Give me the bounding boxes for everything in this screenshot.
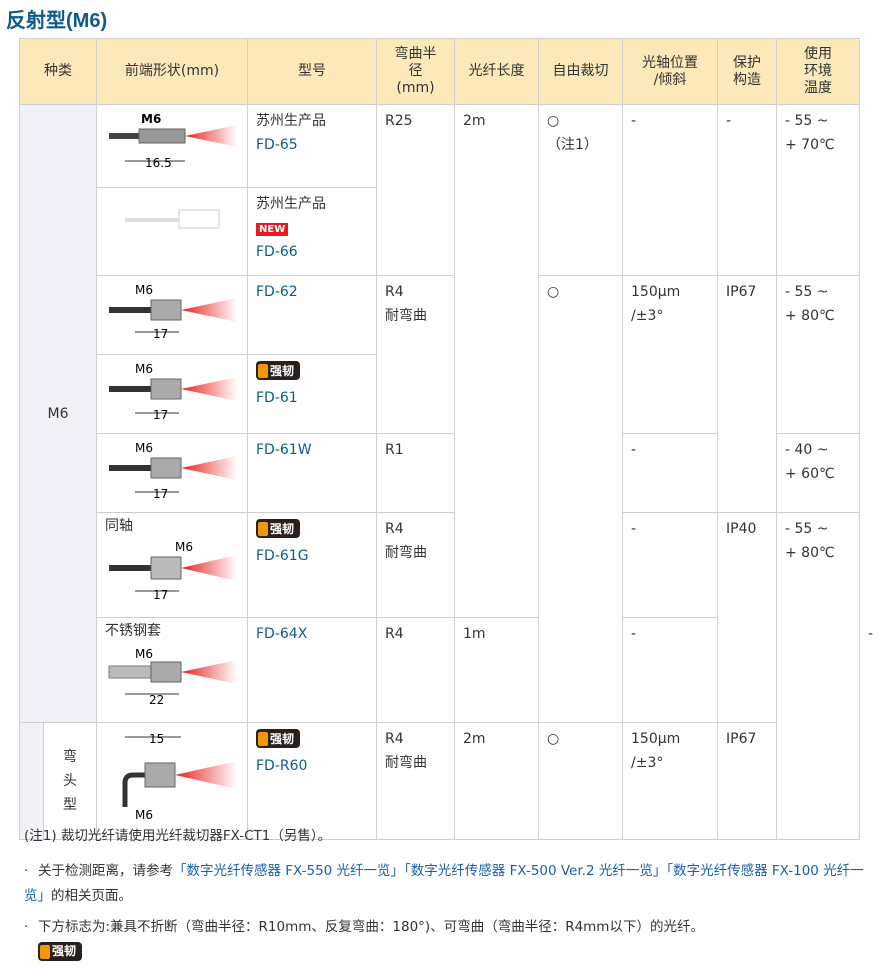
bend-r1: R1 — [376, 433, 455, 513]
axis-dash1: - — [622, 104, 718, 276]
model-fd61: 强韧 FD-61 — [247, 354, 377, 434]
shape-fd61g: 同轴 M6 17 — [96, 512, 248, 618]
svg-text:17: 17 — [153, 588, 168, 602]
shape-fd61w: M6 17 — [96, 433, 248, 513]
tough-badge: 强韧 — [256, 729, 301, 748]
coaxial-label: 同轴 — [105, 518, 133, 534]
bend-r25: R25 — [376, 104, 455, 276]
header-kind: 种类 — [19, 38, 97, 105]
model-fd65: 苏州生产品 FD-65 — [247, 104, 377, 188]
shape-fd66 — [96, 187, 248, 276]
notes: (注1) 裁切光纤请使用光纤裁切器FX-CT1（另售）。 · 关于检测距离，请参考… — [24, 824, 874, 968]
model-fd66: 苏州生产品 NEW FD-66 — [247, 187, 377, 276]
header-model: 型号 — [247, 38, 377, 105]
protect-dash: - — [717, 104, 777, 276]
table-row: 弯 头 型 15 M6 强韧 FD-R60 R4 耐弯曲 2m ○ 150μm … — [19, 722, 860, 840]
table-row: M6 17 FD-62 R4 耐弯曲 ○ 150μm /±3° IP67 - 5… — [20, 275, 860, 723]
spec-table: 种类 前端形状(mm) 型号 弯曲半 径 (mm) 光纤长度 自由裁切 光轴位置… — [19, 38, 873, 840]
kind-sub: 弯 头 型 — [63, 749, 77, 813]
tough-badge: 强韧 — [256, 519, 301, 538]
svg-text:M6: M6 — [175, 540, 193, 554]
model-fdr60: 强韧 FD-R60 — [247, 722, 377, 840]
svg-text:M6: M6 — [135, 362, 153, 376]
header-protect: 保护 构造 — [717, 38, 777, 105]
shape-fd64x: 不锈钢套 M6 22 — [96, 617, 248, 723]
note-1: (注1) 裁切光纤请使用光纤裁切器FX-CT1（另售）。 — [24, 828, 332, 844]
kind-m6: M6 — [19, 104, 97, 723]
link-fx500[interactable]: 「数字光纤传感器 FX-500 Ver.2 光纤一览」 — [404, 863, 666, 879]
cut-circle: ○ — [538, 275, 623, 723]
cut-note1: ○ （注1） — [538, 104, 623, 276]
tough-mark-icon — [258, 521, 268, 536]
svg-text:M6: M6 — [135, 441, 153, 455]
header-length: 光纤长度 — [454, 38, 539, 105]
page-title: 反射型(M6) — [6, 10, 108, 32]
cut-circle-b: ○ — [538, 722, 623, 840]
axis-150-b: 150μm /±3° — [622, 722, 718, 840]
new-badge: NEW — [256, 223, 289, 236]
protect-ip67: IP67 — [717, 275, 777, 513]
temp-1: - 55 ~ + 70℃ — [776, 104, 860, 276]
bend-r4c: R4 — [376, 617, 455, 723]
bend-r4a: R4 耐弯曲 — [376, 275, 455, 434]
svg-text:M6: M6 — [135, 647, 153, 661]
table-row: M6 M6 16.5 苏州生产品 FD-65 R25 2m ○ （注1） - -… — [19, 104, 860, 723]
header-temp: 使用 环境 温度 — [776, 38, 860, 105]
model-fd61w: FD-61W — [247, 433, 377, 513]
svg-text:17: 17 — [153, 487, 168, 500]
model-fd64x: FD-64X — [247, 617, 377, 723]
kind-elbow: 弯 头 型 — [43, 722, 97, 840]
fiber-head-diagram: M6 16.5 — [109, 112, 237, 170]
svg-text:17: 17 — [153, 408, 168, 421]
table-row: 同轴 M6 17 强韧 FD-61G R4 耐弯曲 - IP40 - 55 ~ … — [20, 512, 860, 840]
tough-badge: 强韧 — [256, 361, 301, 380]
stainless-label: 不锈钢套 — [105, 623, 161, 639]
tough-badge-legend: 强韧 — [38, 942, 83, 961]
tough-mark-icon — [40, 944, 50, 959]
model-fd61g: 强韧 FD-61G — [247, 512, 377, 618]
header-bend: 弯曲半 径 (mm) — [376, 38, 455, 105]
axis-dash2: - — [622, 433, 718, 513]
kind-spacer — [19, 722, 44, 840]
temp-3: - 40 ~ + 60℃ — [776, 433, 860, 513]
svg-text:15: 15 — [149, 732, 164, 746]
fiber-head-diagram-faint — [125, 209, 220, 229]
model-fd62: FD-62 — [247, 275, 377, 355]
shape-fd62: M6 17 — [96, 275, 248, 355]
bend-r4b: R4 耐弯曲 — [376, 512, 455, 618]
temp-4: - 55 ~ + 80℃ — [776, 512, 860, 840]
length-2m-b: 2m — [454, 722, 539, 840]
protect-ip40: IP40 — [717, 512, 777, 723]
svg-text:22: 22 — [149, 693, 164, 707]
header-axis: 光轴位置 /倾斜 — [622, 38, 718, 105]
length-1m: 1m — [454, 617, 539, 723]
shape-fd65: M6 16.5 — [96, 104, 248, 188]
protect-ip67-b: IP67 — [717, 722, 777, 840]
temp-2: - 55 ~ + 80℃ — [776, 275, 860, 434]
tough-mark-icon — [258, 363, 268, 378]
note-3: · 下方标志为:兼具不折断（弯曲半径：R10mm、反复弯曲：180°)、可弯曲（弯… — [24, 919, 704, 935]
shape-fd61: M6 17 — [96, 354, 248, 434]
length-2m: 2m — [454, 104, 539, 618]
bend-r4d: R4 耐弯曲 — [376, 722, 455, 840]
pic-dim: 16.5 — [145, 156, 172, 170]
shape-fdr60: 15 M6 — [96, 722, 248, 840]
axis-150: 150μm /±3° — [622, 275, 718, 434]
link-fx550[interactable]: 「数字光纤传感器 FX-550 光纤一览」 — [173, 863, 404, 879]
svg-text:M6: M6 — [135, 808, 153, 822]
header-shape: 前端形状(mm) — [96, 38, 248, 105]
pic-m: M6 — [141, 112, 161, 126]
tough-mark-icon — [258, 731, 268, 746]
axis-dash3: - — [622, 512, 718, 618]
header-cut: 自由裁切 — [538, 38, 623, 105]
table-header-row: 种类 前端形状(mm) 型号 弯曲半 径 (mm) 光纤长度 自由裁切 光轴位置… — [19, 38, 860, 105]
svg-text:M6: M6 — [135, 283, 153, 297]
cut-dash: - — [622, 617, 718, 723]
note-2: · 关于检测距离，请参考「数字光纤传感器 FX-550 光纤一览」「数字光纤传感器… — [24, 863, 864, 904]
svg-text:17: 17 — [153, 327, 168, 341]
